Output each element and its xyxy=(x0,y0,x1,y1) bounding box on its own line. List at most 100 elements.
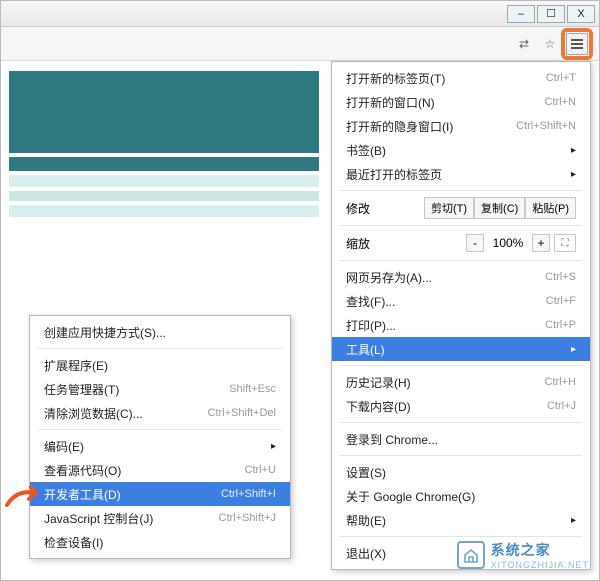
menu-label: 扩展程序(E) xyxy=(44,357,108,374)
submenu-arrow-icon: ▸ xyxy=(571,169,576,180)
menu-shortcut: Ctrl+H xyxy=(545,376,576,388)
menu-tools[interactable]: 工具(L) ▸ xyxy=(332,337,590,361)
submenu-encoding[interactable]: 编码(E) ▸ xyxy=(30,434,290,458)
menu-label: 创建应用快捷方式(S)... xyxy=(44,324,166,341)
menu-label: 登录到 Chrome... xyxy=(346,431,438,448)
menu-new-window[interactable]: 打开新的窗口(N) Ctrl+N xyxy=(332,90,590,114)
watermark: 系统之家 XITONGZHIJIA.NET xyxy=(457,540,589,570)
menu-label: 检查设备(I) xyxy=(44,534,103,551)
menu-shortcut: Ctrl+T xyxy=(546,72,576,84)
menu-button-highlight xyxy=(561,28,593,60)
menu-label: 退出(X) xyxy=(346,545,386,562)
menu-label: JavaScript 控制台(J) xyxy=(44,510,153,527)
menu-label: 打开新的标签页(T) xyxy=(346,70,445,87)
menu-separator xyxy=(340,225,582,226)
menu-separator xyxy=(38,429,282,430)
menu-label: 设置(S) xyxy=(346,464,386,481)
submenu-task-manager[interactable]: 任务管理器(T) Shift+Esc xyxy=(30,377,290,401)
menu-incognito[interactable]: 打开新的隐身窗口(I) Ctrl+Shift+N xyxy=(332,114,590,138)
cut-button[interactable]: 剪切(T) xyxy=(424,197,474,219)
menu-label: 关于 Google Chrome(G) xyxy=(346,488,475,505)
translate-icon[interactable]: ⇄ xyxy=(513,33,535,55)
submenu-arrow-icon: ▸ xyxy=(571,344,576,355)
menu-label: 编码(E) xyxy=(44,438,84,455)
menu-separator xyxy=(340,190,582,191)
menu-help[interactable]: 帮助(E) ▸ xyxy=(332,508,590,532)
menu-label: 下载内容(D) xyxy=(346,398,411,415)
menu-shortcut: Ctrl+Shift+N xyxy=(516,120,576,132)
menu-shortcut: Ctrl+S xyxy=(545,271,576,283)
menu-label: 查找(F)... xyxy=(346,293,395,310)
maximize-button[interactable]: ☐ xyxy=(537,5,565,23)
fullscreen-button[interactable]: ⛶ xyxy=(554,234,576,252)
menu-shortcut: Ctrl+F xyxy=(546,295,576,307)
minimize-button[interactable]: – xyxy=(507,5,535,23)
menu-separator xyxy=(340,536,582,537)
menu-recent-tabs[interactable]: 最近打开的标签页 ▸ xyxy=(332,162,590,186)
submenu-extensions[interactable]: 扩展程序(E) xyxy=(30,353,290,377)
submenu-inspect[interactable]: 检查设备(I) xyxy=(30,530,290,554)
menu-find[interactable]: 查找(F)... Ctrl+F xyxy=(332,289,590,313)
menu-separator xyxy=(340,260,582,261)
zoom-in-button[interactable]: + xyxy=(532,234,550,252)
watermark-url: XITONGZHIJIA.NET xyxy=(491,560,589,570)
menu-label: 开发者工具(D) xyxy=(44,486,121,503)
zoom-value: 100% xyxy=(488,236,528,250)
submenu-view-source[interactable]: 查看源代码(O) Ctrl+U xyxy=(30,458,290,482)
menu-separator xyxy=(340,365,582,366)
bookmark-star-icon[interactable]: ☆ xyxy=(539,33,561,55)
zoom-out-button[interactable]: - xyxy=(466,234,484,252)
menu-label: 打印(P)... xyxy=(346,317,396,334)
page-content xyxy=(9,71,319,221)
menu-settings[interactable]: 设置(S) xyxy=(332,460,590,484)
watermark-title: 系统之家 xyxy=(491,540,589,560)
menu-label: 历史记录(H) xyxy=(346,374,411,391)
edit-label: 修改 xyxy=(346,200,370,217)
menu-separator xyxy=(38,348,282,349)
menu-signin[interactable]: 登录到 Chrome... xyxy=(332,427,590,451)
annotation-arrow-icon xyxy=(5,481,45,511)
menu-label: 网页另存为(A)... xyxy=(346,269,432,286)
zoom-label: 缩放 xyxy=(346,235,370,252)
watermark-logo-icon xyxy=(457,541,485,569)
menu-shortcut: Ctrl+P xyxy=(545,319,576,331)
tools-submenu: 创建应用快捷方式(S)... 扩展程序(E) 任务管理器(T) Shift+Es… xyxy=(29,315,291,559)
menu-shortcut: Ctrl+Shift+Del xyxy=(208,407,276,419)
menu-label: 工具(L) xyxy=(346,341,385,358)
menu-history[interactable]: 历史记录(H) Ctrl+H xyxy=(332,370,590,394)
submenu-arrow-icon: ▸ xyxy=(271,441,276,452)
window-titlebar: – ☐ X xyxy=(1,1,599,27)
menu-label: 帮助(E) xyxy=(346,512,386,529)
menu-label: 清除浏览数据(C)... xyxy=(44,405,143,422)
menu-separator xyxy=(340,455,582,456)
menu-zoom-row: 缩放 - 100% + ⛶ xyxy=(332,230,590,256)
submenu-clear-data[interactable]: 清除浏览数据(C)... Ctrl+Shift+Del xyxy=(30,401,290,425)
close-button[interactable]: X xyxy=(567,5,595,23)
menu-shortcut: Ctrl+Shift+I xyxy=(221,488,276,500)
menu-about[interactable]: 关于 Google Chrome(G) xyxy=(332,484,590,508)
menu-label: 打开新的窗口(N) xyxy=(346,94,435,111)
paste-button[interactable]: 粘贴(P) xyxy=(525,197,576,219)
browser-toolbar: ⇄ ☆ xyxy=(1,27,599,61)
copy-button[interactable]: 复制(C) xyxy=(474,197,525,219)
menu-button[interactable] xyxy=(566,33,588,55)
submenu-dev-tools[interactable]: 开发者工具(D) Ctrl+Shift+I xyxy=(30,482,290,506)
menu-downloads[interactable]: 下载内容(D) Ctrl+J xyxy=(332,394,590,418)
submenu-js-console[interactable]: JavaScript 控制台(J) Ctrl+Shift+J xyxy=(30,506,290,530)
menu-new-tab[interactable]: 打开新的标签页(T) Ctrl+T xyxy=(332,66,590,90)
menu-shortcut: Ctrl+N xyxy=(545,96,576,108)
menu-label: 打开新的隐身窗口(I) xyxy=(346,118,453,135)
menu-edit-row: 修改 剪切(T) 复制(C) 粘贴(P) xyxy=(332,195,590,221)
menu-shortcut: Ctrl+J xyxy=(547,400,576,412)
menu-label: 查看源代码(O) xyxy=(44,462,121,479)
menu-bookmarks[interactable]: 书签(B) ▸ xyxy=(332,138,590,162)
submenu-create-shortcut[interactable]: 创建应用快捷方式(S)... xyxy=(30,320,290,344)
menu-shortcut: Shift+Esc xyxy=(229,383,276,395)
menu-save-as[interactable]: 网页另存为(A)... Ctrl+S xyxy=(332,265,590,289)
menu-label: 任务管理器(T) xyxy=(44,381,119,398)
menu-print[interactable]: 打印(P)... Ctrl+P xyxy=(332,313,590,337)
menu-label: 最近打开的标签页 xyxy=(346,166,442,183)
menu-label: 书签(B) xyxy=(346,142,386,159)
submenu-arrow-icon: ▸ xyxy=(571,145,576,156)
menu-separator xyxy=(340,422,582,423)
